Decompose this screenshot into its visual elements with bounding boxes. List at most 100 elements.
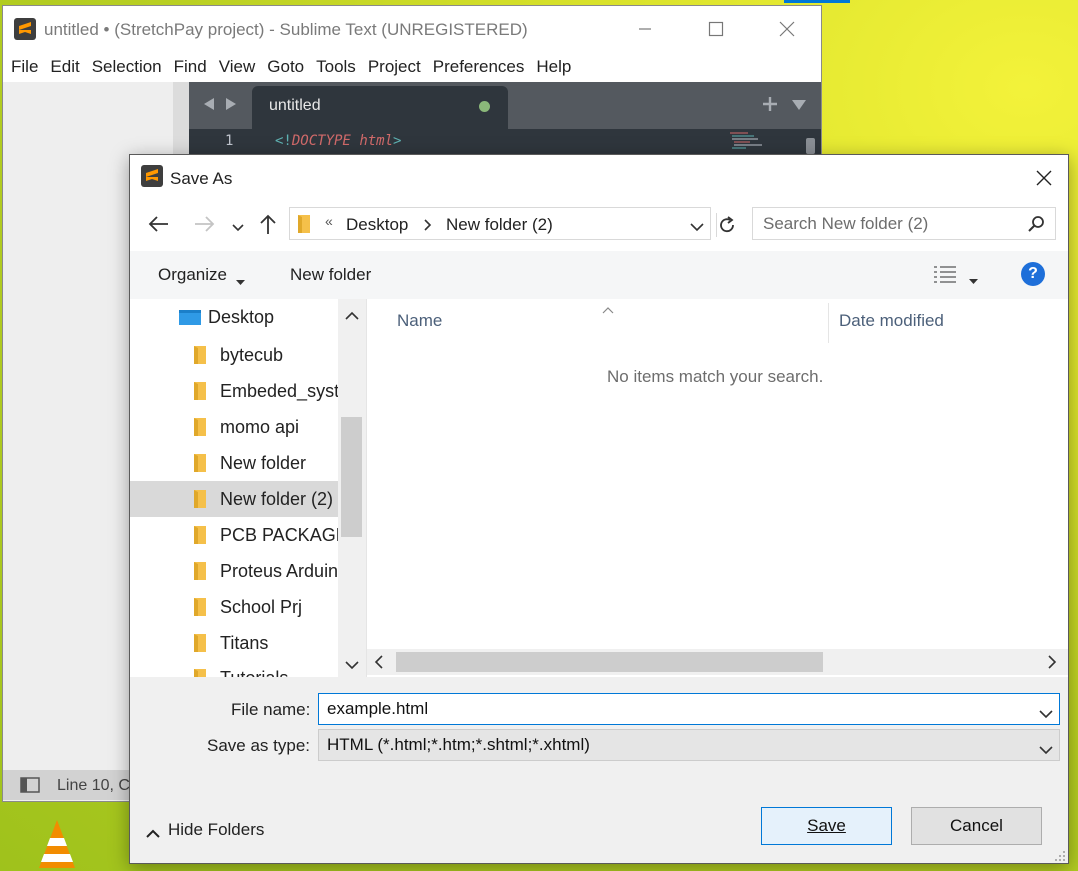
code-close-punct: > [393, 133, 402, 149]
tree-item-folder[interactable]: PCB PACKAGE [130, 517, 338, 553]
organize-menu[interactable]: Organize [158, 265, 227, 285]
folder-icon [194, 598, 206, 616]
menu-tools[interactable]: Tools [314, 57, 363, 77]
sublime-logo-icon [14, 18, 36, 40]
menu-selection[interactable]: Selection [90, 57, 169, 77]
refresh-icon [720, 216, 734, 233]
dialog-close-button[interactable] [1024, 163, 1064, 193]
dialog-app-icon [141, 165, 163, 187]
recent-locations-button[interactable] [232, 219, 244, 237]
vlc-cone-icon[interactable] [30, 818, 84, 871]
new-tab-plus-icon[interactable] [762, 96, 778, 117]
folder-icon [194, 634, 206, 652]
tree-label: Proteus Arduin [220, 560, 338, 581]
minimap[interactable] [728, 130, 768, 152]
taskbar-active-indicator [784, 0, 850, 3]
hide-folders-chevron-icon[interactable] [146, 825, 160, 843]
line-number: 1 [225, 133, 234, 149]
minimize-button[interactable] [622, 6, 668, 52]
address-dropdown-button[interactable] [690, 219, 704, 237]
resize-grip-icon[interactable] [1054, 849, 1066, 867]
save-button[interactable]: Save [761, 807, 892, 845]
save-button-label: Save [807, 816, 846, 835]
search-icon[interactable] [1027, 215, 1045, 238]
refresh-button[interactable] [717, 215, 737, 240]
tree-label: momo api [220, 416, 300, 437]
search-placeholder[interactable]: Search New folder (2) [763, 214, 928, 234]
chevron-down-icon [232, 224, 244, 232]
hide-folders-button[interactable]: Hide Folders [168, 820, 264, 840]
menu-edit[interactable]: Edit [48, 57, 86, 77]
editor-scrollbar[interactable] [806, 138, 815, 154]
column-separator[interactable] [828, 303, 829, 343]
code-open-punct: <! [275, 133, 292, 149]
tree-label: New folder [220, 452, 307, 473]
menu-goto[interactable]: Goto [265, 57, 311, 77]
file-name-dropdown-icon[interactable] [1039, 706, 1053, 724]
tree-label: New folder (2) [220, 488, 334, 509]
up-arrow-icon [260, 214, 276, 234]
folder-icon [194, 382, 206, 400]
view-dropdown-icon[interactable] [969, 271, 978, 289]
desktop-icon [179, 310, 201, 325]
menu-file[interactable]: File [9, 57, 45, 77]
nav-scroll-thumb[interactable] [341, 417, 362, 537]
up-button[interactable] [259, 213, 277, 240]
tab-next-icon[interactable] [224, 96, 238, 117]
folder-icon [194, 526, 206, 544]
menu-view[interactable]: View [217, 57, 263, 77]
column-header-date-modified[interactable]: Date modified [839, 311, 944, 331]
sublime-window-title: untitled • (StretchPay project) - Sublim… [44, 20, 528, 39]
cancel-button[interactable]: Cancel [911, 807, 1042, 845]
hscroll-thumb[interactable] [396, 652, 823, 672]
tree-item-folder-selected[interactable]: New folder (2) [130, 481, 338, 517]
breadcrumb-overflow[interactable]: « [325, 213, 333, 229]
tree-item-desktop[interactable]: Desktop [130, 299, 338, 335]
back-arrow-icon [148, 216, 168, 232]
help-icon[interactable]: ? [1021, 262, 1045, 286]
sidebar-toggle-icon[interactable] [20, 777, 40, 798]
sort-ascending-icon [602, 301, 614, 319]
tree-label: Desktop [208, 306, 275, 327]
breadcrumb-desktop[interactable]: Desktop [346, 215, 408, 235]
code-keyword: DOCTYPE [291, 133, 351, 149]
tree-item-folder[interactable]: Titans [130, 625, 338, 661]
tree-item-folder[interactable]: Embeded_syste [130, 373, 338, 409]
scroll-right-icon[interactable] [1048, 655, 1057, 674]
tree-item-folder[interactable]: bytecub [130, 337, 338, 373]
scroll-down-icon[interactable] [345, 657, 359, 675]
menu-project[interactable]: Project [366, 57, 428, 77]
folder-icon [194, 454, 206, 472]
tree-label: Tutorials [220, 668, 288, 677]
column-header-name[interactable]: Name [397, 311, 442, 331]
new-folder-button[interactable]: New folder [290, 265, 371, 285]
tab-dropdown-icon[interactable] [791, 98, 807, 116]
save-type-dropdown-icon[interactable] [1039, 742, 1053, 760]
dialog-title: Save As [170, 169, 233, 188]
tree-item-folder-partial[interactable]: Tutorials [130, 661, 338, 677]
scroll-left-icon[interactable] [374, 655, 383, 674]
back-button[interactable] [148, 215, 170, 238]
organize-dropdown-icon[interactable] [236, 272, 245, 290]
tree-item-folder[interactable]: Proteus Arduin [130, 553, 338, 589]
search-field[interactable]: Search New folder (2) [752, 207, 1056, 240]
scroll-up-icon[interactable] [345, 307, 359, 325]
tab-prev-icon[interactable] [202, 96, 216, 117]
menu-help[interactable]: Help [534, 57, 578, 77]
view-options-icon[interactable] [933, 264, 957, 289]
close-window-button[interactable] [764, 6, 810, 52]
menu-find[interactable]: Find [172, 57, 214, 77]
tree-item-folder[interactable]: momo api [130, 409, 338, 445]
command-toolbar: Organize New folder ? [130, 251, 1068, 299]
tree-label: PCB PACKAGE [220, 524, 338, 545]
menu-preferences[interactable]: Preferences [431, 57, 532, 77]
tree-item-folder[interactable]: New folder [130, 445, 338, 481]
save-type-select[interactable]: HTML (*.html;*.htm;*.shtml;*.xhtml) [318, 729, 1060, 761]
breadcrumb-new-folder-2[interactable]: New folder (2) [446, 215, 553, 235]
file-name-input[interactable]: example.html [318, 693, 1060, 725]
tree-item-folder[interactable]: School Prj [130, 589, 338, 625]
tree-label: School Prj [220, 596, 303, 617]
save-as-dialog: Save As « Desktop New folder (2) Search … [129, 154, 1069, 864]
maximize-button[interactable] [693, 6, 739, 52]
forward-button[interactable] [193, 215, 215, 238]
